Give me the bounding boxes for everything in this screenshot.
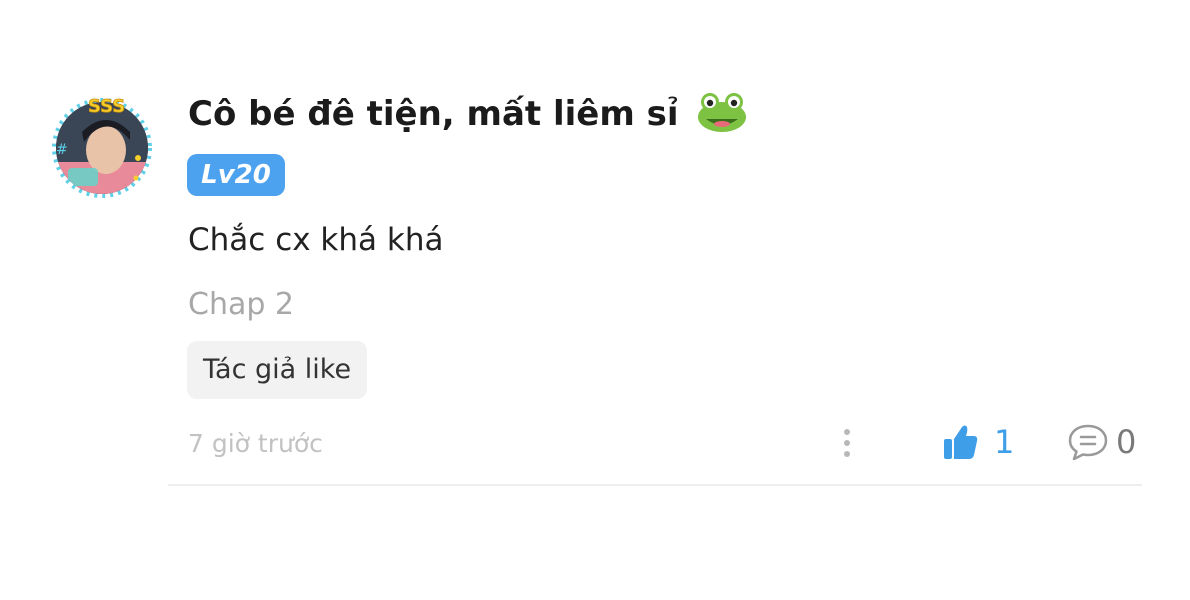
more-options-button[interactable] <box>834 424 860 464</box>
divider <box>168 484 1142 486</box>
comment-text: Chắc cx khá khá <box>188 222 444 258</box>
timestamp: 7 giờ trước <box>188 429 323 458</box>
avatar[interactable]: SSS # <box>50 96 154 200</box>
chapter-link[interactable]: Chap 2 <box>188 287 294 322</box>
frog-face-icon <box>698 92 747 132</box>
svg-text:SSS: SSS <box>88 96 125 117</box>
like-count: 1 <box>994 423 1015 461</box>
reply-button[interactable]: 0 <box>1066 420 1136 464</box>
more-vertical-icon <box>844 429 850 457</box>
level-badge: Lv20 <box>187 154 285 196</box>
like-button[interactable]: 1 <box>940 420 1014 464</box>
author-like-badge: Tác giả like <box>187 341 368 399</box>
username[interactable]: Cô bé đê tiện, mất liêm sỉ <box>188 92 748 137</box>
svg-text:#: # <box>56 142 68 158</box>
comment-bubble-icon <box>1068 424 1108 461</box>
avatar-decoration-icon: SSS # <box>56 96 141 181</box>
reply-count: 0 <box>1116 423 1137 461</box>
thumbs-up-icon <box>944 425 978 459</box>
username-text: Cô bé đê tiện, mất liêm sỉ <box>188 94 679 134</box>
comment-item: SSS # Cô bé đê tiện, mất liêm sỉ Lv20 Ch… <box>0 0 1190 600</box>
